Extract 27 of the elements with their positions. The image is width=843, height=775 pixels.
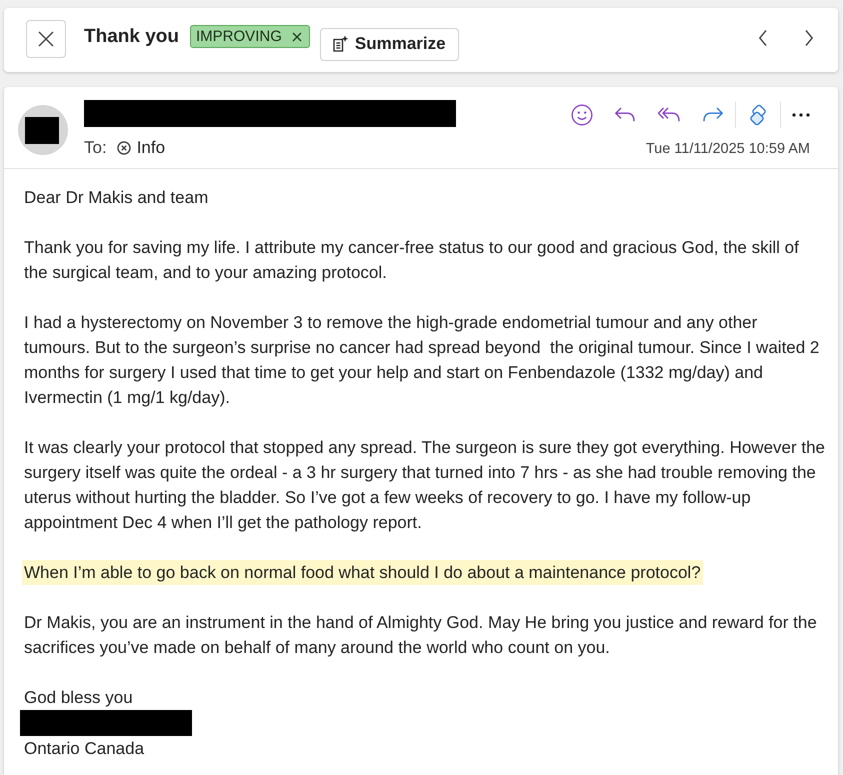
close-icon	[37, 30, 55, 48]
body-text: Dr Makis, you are an instrument in the hand of Almighty God. May He bring you justice and reward for the sacrifices you’ve made on behalf of many around the world who count on you.	[24, 612, 818, 659]
sparkle-document-icon	[330, 35, 349, 53]
circle-x-icon	[116, 141, 131, 155]
reply-icon[interactable]	[614, 106, 636, 124]
reply-all-icon[interactable]	[657, 106, 681, 124]
conversation-subject: Thank you	[84, 26, 180, 48]
body-text: I had a hysterectomy on November 3 to remove the high-grade endometrial tumour and any other tumours. But to the surgeon’s surprise no cancer had spread beyond the original tumour. Since I waited 2 months for surgery I used that time to get your help and start on Fenbendazole (1332 mg/day) and Ivermectin (1 mg/1 kg/day).	[24, 312, 820, 409]
signature-text: Ontario Canada	[24, 738, 146, 760]
smiley-icon[interactable]	[571, 104, 593, 126]
body-text: Dear Dr Makis and team	[24, 187, 210, 209]
summarize-button[interactable]: Summarize	[320, 28, 459, 60]
forward-icon[interactable]	[702, 106, 724, 124]
body-text: It was clearly your protocol that stopped any spread. The surgeon is sure they got everything. However the surgery itself was quite the ordeal - a 3 hr surgery that turned into 7 hrs - as she had trouble removing the uterus without hurting the bladder. So I’ve got a few weeks of recovery to go. I have my follow-up appointment Dec 4 when I’ll get the pathology report.	[24, 437, 826, 534]
redaction-bar	[25, 116, 59, 144]
recipient-name[interactable]: Info	[136, 138, 166, 158]
remove-tag-icon[interactable]	[292, 32, 302, 42]
highlighted-text: When I’m able to go back on normal food what should I do about a maintenance protocol?	[22, 560, 703, 585]
chevron-right-icon[interactable]	[804, 29, 814, 47]
more-icon[interactable]	[792, 113, 810, 117]
body-text: Thank you for saving my life. I attribute my cancer-free status to our good and gracious God, the skill of the surgical team, and to your amazing protocol.	[24, 237, 800, 284]
message-date: Tue 11/11/2025 10:59 AM	[646, 141, 810, 157]
signature-text: God bless you	[24, 687, 134, 709]
close-button[interactable]	[26, 20, 66, 58]
tag-label: IMPROVING	[196, 28, 282, 45]
to-label: To:	[84, 138, 107, 158]
chevron-left-icon[interactable]	[758, 29, 768, 47]
